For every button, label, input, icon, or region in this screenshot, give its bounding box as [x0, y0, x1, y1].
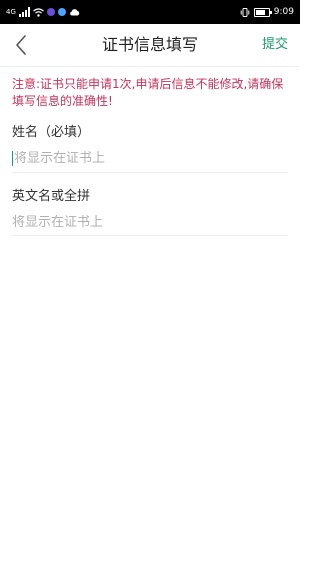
status-bar: 4G 9:09: [0, 0, 300, 24]
battery-icon: [253, 7, 272, 17]
signal-icon: [18, 7, 30, 17]
status-bar-right: 9:09: [240, 0, 294, 24]
network-label: 4G: [6, 8, 16, 16]
english-name-input[interactable]: [12, 211, 288, 233]
page-title: 证书信息填写: [101, 35, 198, 54]
app-notification-icon-2: [57, 8, 66, 16]
name-field-divider: [12, 172, 288, 173]
vibrate-icon: [240, 7, 250, 17]
nav-divider: [0, 66, 300, 67]
status-bar-left: 4G: [6, 0, 80, 24]
status-time: 9:09: [273, 7, 294, 17]
name-field-label: 姓名（必填）: [12, 125, 91, 140]
nav-bar: 证书信息填写 提交: [0, 24, 300, 66]
app-notification-icon: [46, 8, 55, 16]
wifi-icon: [33, 7, 44, 17]
cloud-icon: [70, 9, 80, 16]
notice-text: 注意:证书只能申请1次,申请后信息不能修改,请确保填写信息的准确性!: [12, 77, 284, 108]
text-caret: [12, 151, 13, 166]
chevron-left-icon: [16, 35, 26, 55]
english-name-field-label: 英文名或全拼: [12, 189, 91, 204]
name-input[interactable]: [14, 147, 288, 169]
back-button[interactable]: [6, 30, 36, 60]
english-name-field-divider: [12, 235, 288, 236]
submit-button[interactable]: 提交: [262, 24, 288, 66]
